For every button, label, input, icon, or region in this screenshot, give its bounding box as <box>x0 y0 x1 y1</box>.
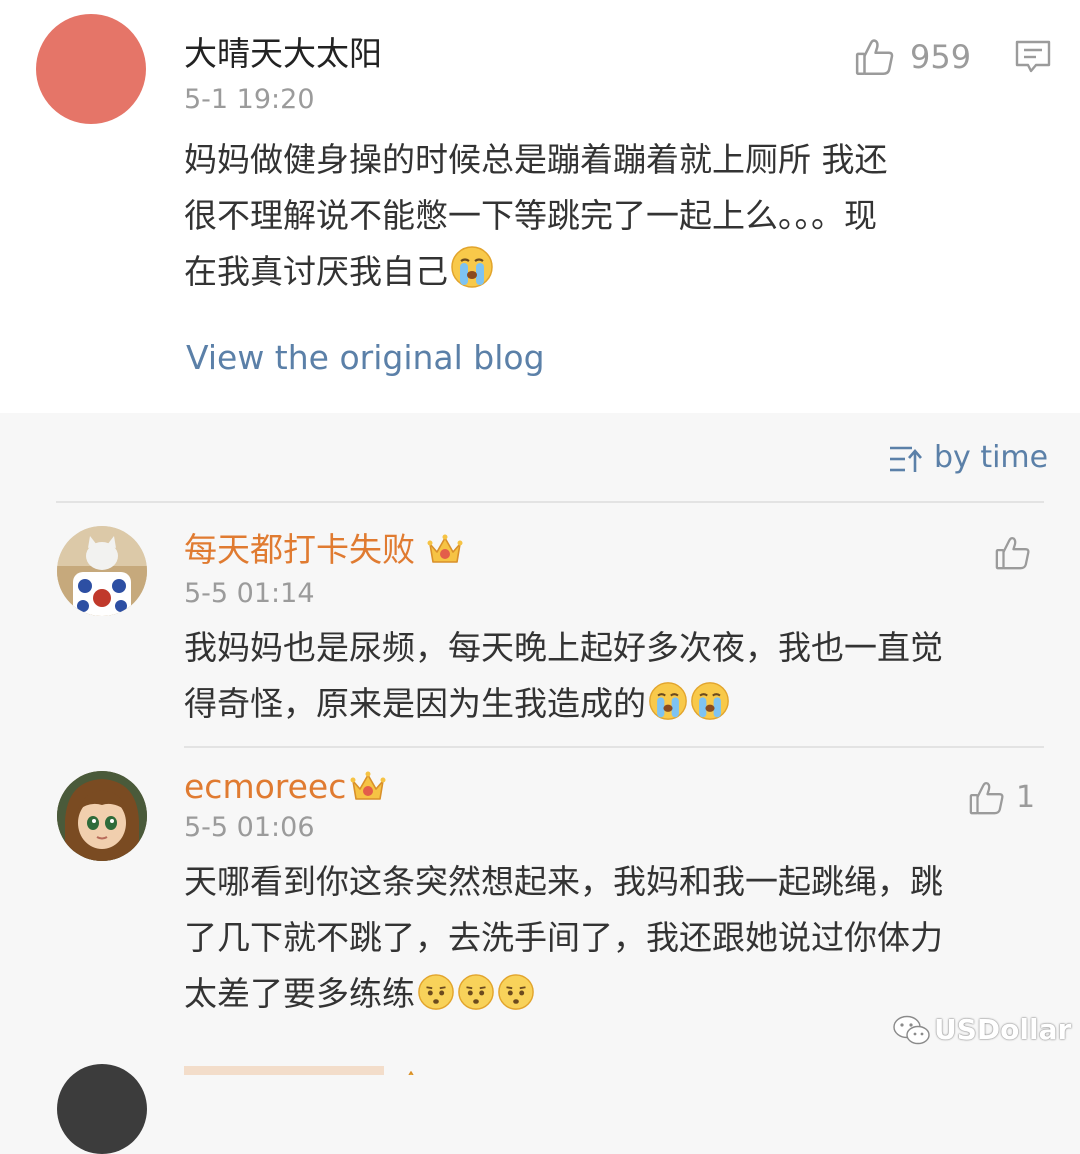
comment-icon[interactable] <box>1014 38 1052 76</box>
speechless-emoji-icon <box>457 972 495 1028</box>
username[interactable]: 大晴天大太阳 <box>184 34 382 74</box>
speechless-emoji-icon <box>497 972 535 1028</box>
comment-text-line: 天哪看到你这条突然想起来，我妈和我一起跳绳，跳 <box>184 862 943 901</box>
thumbs-up-icon[interactable] <box>994 534 1032 572</box>
avatar[interactable] <box>57 526 147 616</box>
thumbs-up-icon[interactable] <box>854 36 896 78</box>
comment-text-line: 很不理解说不能憋一下等跳完了一起上么。。。现 <box>184 196 877 235</box>
comment-text-line-wrap: 在我真讨厌我自己 <box>184 244 1064 306</box>
comment-text-line: 了几下就不跳了，去洗手间了，我还跟她说过你体力 <box>184 918 943 957</box>
main-comment-card: 大晴天大太阳 5-1 19:20 959 妈妈做健身操的时候总是蹦着蹦着就上厕所… <box>0 0 1080 413</box>
view-original-blog-link[interactable]: View the original blog <box>186 338 545 378</box>
vip-crown-icon <box>426 530 464 568</box>
comment-time: 5-1 19:20 <box>184 84 315 115</box>
thumbs-up-icon[interactable] <box>968 779 1006 817</box>
watermark: USDollar <box>934 1013 1072 1046</box>
vip-crown-icon <box>392 1064 430 1075</box>
comment-time: 5-5 01:14 <box>184 578 315 609</box>
comment-text-line: 太差了要多练练 <box>184 974 415 1013</box>
comment-text-line-wrap: 得奇怪，原来是因为生我造成的 <box>184 676 1044 738</box>
crying-emoji-icon <box>450 245 494 306</box>
username-placeholder <box>184 1066 384 1075</box>
avatar[interactable] <box>57 771 147 861</box>
comment-text: 天哪看到你这条突然想起来，我妈和我一起跳绳，跳 了几下就不跳了，去洗手间了，我还… <box>184 854 1044 1028</box>
crying-emoji-icon <box>648 681 688 738</box>
comment-text-line: 得奇怪，原来是因为生我造成的 <box>184 684 646 723</box>
like-count: 1 <box>1016 780 1036 815</box>
like-count: 959 <box>910 38 972 76</box>
avatar[interactable] <box>36 14 146 124</box>
sort-icon[interactable] <box>888 443 924 475</box>
username[interactable]: ecmoreec <box>184 767 346 807</box>
vip-crown-icon <box>349 767 387 805</box>
username[interactable]: 每天都打卡失败 <box>184 530 415 570</box>
comment-text: 妈妈做健身操的时候总是蹦着蹦着就上厕所 我还 很不理解说不能憋一下等跳完了一起上… <box>184 132 1064 306</box>
wechat-icon <box>892 1014 932 1048</box>
comment-time: 5-5 01:06 <box>184 812 315 843</box>
speechless-emoji-icon <box>417 972 455 1028</box>
sort-by-time-button[interactable]: by time <box>934 438 1048 478</box>
divider <box>184 746 1044 748</box>
divider <box>56 501 1044 503</box>
avatar[interactable] <box>57 1064 147 1154</box>
comment-text-line: 妈妈做健身操的时候总是蹦着蹦着就上厕所 我还 <box>184 140 888 179</box>
comment-text-line: 在我真讨厌我自己 <box>184 252 448 291</box>
comment-text-line: 我妈妈也是尿频，每天晚上起好多次夜，我也一直觉 <box>184 628 943 667</box>
comment-text: 我妈妈也是尿频，每天晚上起好多次夜，我也一直觉 得奇怪，原来是因为生我造成的 <box>184 620 1044 738</box>
crying-emoji-icon <box>690 681 730 738</box>
